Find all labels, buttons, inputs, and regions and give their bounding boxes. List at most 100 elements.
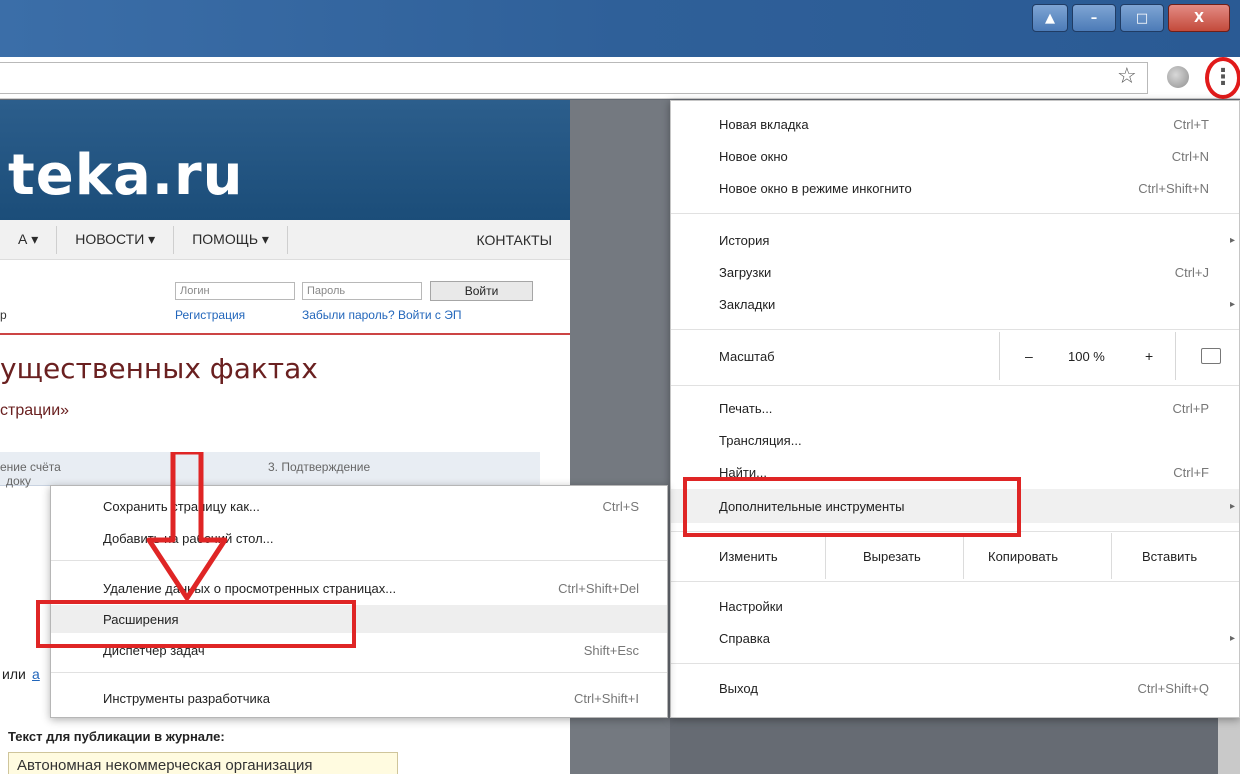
window-titlebar: ▲ – □ X <box>0 0 1240 57</box>
cut-button[interactable]: Вырезать <box>863 549 921 564</box>
menu-separator <box>671 581 1239 582</box>
menu-item-cast[interactable]: Трансляция... <box>671 425 1239 455</box>
edit-label: Изменить <box>719 548 778 564</box>
menu-shortcut: Ctrl+P <box>1172 400 1209 416</box>
submenu-item-save-page[interactable]: Сохранить страницу как... Ctrl+S <box>51 492 667 520</box>
browser-screenshot: ▲ – □ X ☆ ⋮ teka.ru А ▾ НОВОСТИ ▾ ПОМОЩЬ… <box>0 0 1240 774</box>
minimize-button[interactable]: – <box>1072 4 1116 32</box>
submenu-arrow-icon: ▸ <box>1229 298 1235 310</box>
window-controls: ▲ – □ X <box>1032 4 1230 36</box>
menu-item-downloads[interactable]: Загрузки Ctrl+J <box>671 257 1239 287</box>
journal-label: Текст для публикации в журнале: <box>8 729 225 744</box>
journal-text-field[interactable]: Автономная некоммерческая организация <box>8 752 398 774</box>
menu-item-settings[interactable]: Настройки <box>671 591 1239 621</box>
submenu-shortcut: Shift+Esc <box>583 642 639 658</box>
menu-item-label: Справка <box>719 630 770 646</box>
menu-item-label: Найти... <box>719 464 767 480</box>
menu-button-highlight: ⋮ <box>1205 57 1240 99</box>
menu-item-print[interactable]: Печать... Ctrl+P <box>671 393 1239 423</box>
nav-item-partial[interactable]: А ▾ <box>0 225 58 254</box>
submenu-separator <box>51 560 667 561</box>
edit-divider <box>825 533 826 579</box>
submenu-arrow-icon: ▸ <box>1229 500 1235 512</box>
submenu-item-task-manager[interactable]: Диспетчер задач Shift+Esc <box>51 636 667 664</box>
menu-item-bookmarks[interactable]: Закладки ▸ <box>671 289 1239 319</box>
menu-item-help[interactable]: Справка ▸ <box>671 623 1239 653</box>
menu-shortcut: Ctrl+T <box>1173 116 1209 132</box>
chrome-main-menu: Новая вкладка Ctrl+T Новое окно Ctrl+N Н… <box>670 100 1240 718</box>
login-field[interactable]: Логин <box>175 282 295 300</box>
menu-separator <box>671 531 1239 532</box>
menu-item-new-tab[interactable]: Новая вкладка Ctrl+T <box>671 109 1239 139</box>
submenu-shortcut: Ctrl+Shift+I <box>573 690 639 706</box>
site-header: teka.ru <box>0 100 570 220</box>
zoom-divider <box>1175 332 1176 380</box>
submenu-item-label: Сохранить страницу как... <box>103 498 260 514</box>
password-field[interactable]: Пароль <box>302 282 422 300</box>
register-link[interactable]: Регистрация <box>175 308 245 322</box>
login-area: Логин Пароль Войти р Регистрация Забыли … <box>0 268 570 322</box>
menu-separator <box>671 329 1239 330</box>
menu-item-label: Печать... <box>719 400 773 416</box>
star-icon[interactable]: ☆ <box>1117 64 1137 89</box>
submenu-item-label: Расширения <box>103 611 179 627</box>
menu-item-label: Закладки <box>719 296 776 312</box>
address-bar[interactable] <box>0 62 1148 94</box>
menu-shortcut: Ctrl+N <box>1171 148 1209 164</box>
site-logo[interactable]: teka.ru <box>8 143 244 208</box>
menu-shortcut: Ctrl+Shift+N <box>1138 180 1209 196</box>
paste-button[interactable]: Вставить <box>1142 549 1197 564</box>
menu-shortcut: Ctrl+Shift+Q <box>1137 680 1209 696</box>
menu-item-find[interactable]: Найти... Ctrl+F <box>671 457 1239 487</box>
submenu-item-label: Удаление данных о просмотренных страница… <box>103 580 397 596</box>
submenu-item-extensions[interactable]: Расширения <box>51 605 667 633</box>
menu-item-label: Новое окно <box>719 148 788 164</box>
truncated-text: р <box>0 308 7 322</box>
tab-step-partial[interactable]: ение счёта <box>0 460 61 474</box>
submenu-item-clear-browsing-data[interactable]: Удаление данных о просмотренных страница… <box>51 574 667 602</box>
menu-item-label: Новая вкладка <box>719 116 809 132</box>
zoom-out-button[interactable]: – <box>1025 348 1033 364</box>
tab-step-confirm[interactable]: 3. Подтверждение <box>268 460 370 474</box>
menu-item-history[interactable]: История ▸ <box>671 225 1239 255</box>
page-heading: ущественных фактах <box>0 352 318 385</box>
menu-item-label: Загрузки <box>719 264 772 280</box>
close-button[interactable]: X <box>1168 4 1230 32</box>
menu-item-label: Новое окно в режиме инкогнито <box>719 180 912 196</box>
copy-button[interactable]: Копировать <box>988 549 1058 564</box>
menu-item-label: Трансляция... <box>719 432 802 448</box>
maximize-button[interactable]: □ <box>1120 4 1164 32</box>
page-subheading: страции» <box>0 402 70 419</box>
login-button[interactable]: Войти <box>430 281 533 301</box>
extension-icon[interactable] <box>1167 66 1189 88</box>
menu-item-label: Дополнительные инструменты <box>719 498 905 514</box>
tab-step-partial-2: доку <box>6 474 32 488</box>
three-dot-menu-icon[interactable]: ⋮ <box>1212 67 1234 89</box>
menu-item-more-tools[interactable]: Дополнительные инструменты ▸ <box>671 489 1239 523</box>
edit-divider <box>963 533 964 579</box>
menu-shortcut: Ctrl+J <box>1174 264 1209 280</box>
steps-tabs: ение счёта доку 3. Подтверждение <box>0 452 540 488</box>
partial-text: или <box>2 666 26 682</box>
submenu-arrow-icon: ▸ <box>1229 632 1235 644</box>
submenu-item-label: Инструменты разработчика <box>103 690 270 706</box>
nav-item-news[interactable]: НОВОСТИ ▾ <box>57 225 175 254</box>
submenu-item-add-to-desktop[interactable]: Добавить на рабочий стол... <box>51 524 667 552</box>
partial-link[interactable]: а <box>32 666 40 682</box>
zoom-in-button[interactable]: + <box>1145 348 1153 364</box>
menu-item-new-window[interactable]: Новое окно Ctrl+N <box>671 141 1239 171</box>
nav-item-help[interactable]: ПОМОЩЬ ▾ <box>174 225 288 254</box>
browser-toolbar: ☆ <box>0 57 1240 99</box>
submenu-item-developer-tools[interactable]: Инструменты разработчика Ctrl+Shift+I <box>51 684 667 712</box>
nav-item-contacts[interactable]: КОНТАКТЫ <box>458 226 570 254</box>
user-profile-button[interactable]: ▲ <box>1032 4 1068 32</box>
submenu-arrow-icon: ▸ <box>1229 234 1235 246</box>
site-nav: А ▾ НОВОСТИ ▾ ПОМОЩЬ ▾ КОНТАКТЫ <box>0 220 570 260</box>
forgot-password-link[interactable]: Забыли пароль? Войти с ЭП <box>302 308 461 322</box>
menu-item-zoom: Масштаб – 100 % + <box>671 332 1239 380</box>
menu-item-exit[interactable]: Выход Ctrl+Shift+Q <box>671 673 1239 703</box>
menu-item-incognito[interactable]: Новое окно в режиме инкогнито Ctrl+Shift… <box>671 173 1239 203</box>
menu-shortcut: Ctrl+F <box>1173 464 1209 480</box>
fullscreen-icon[interactable] <box>1201 348 1221 364</box>
more-tools-submenu: Сохранить страницу как... Ctrl+S Добавит… <box>50 485 668 718</box>
